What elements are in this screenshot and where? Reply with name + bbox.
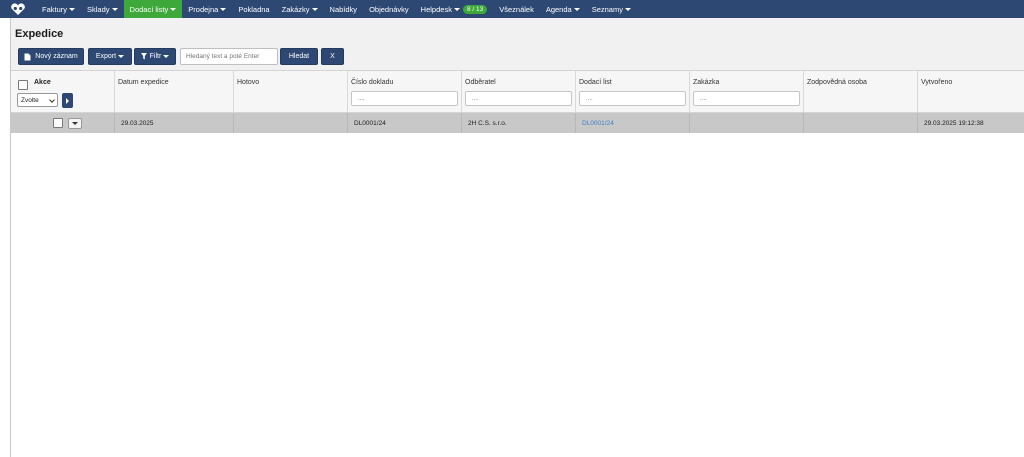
row-menu-button[interactable] xyxy=(68,117,82,129)
document-icon xyxy=(24,53,31,60)
new-record-button[interactable]: Nový záznam xyxy=(18,48,84,65)
chevron-down-icon xyxy=(624,7,631,11)
nav-item-prodejna[interactable]: Prodejna xyxy=(182,0,232,18)
chevron-down-icon xyxy=(220,7,227,11)
heart-logo-icon[interactable] xyxy=(0,0,36,18)
nav-item-dodaci-listy[interactable]: Dodací listy xyxy=(123,0,183,18)
filter-dodaci-list-input[interactable] xyxy=(579,91,686,106)
nav-item-sklady[interactable]: Sklady xyxy=(81,0,124,18)
nav-item-vseznalek[interactable]: Všeználek xyxy=(493,0,540,18)
chevron-down-icon xyxy=(49,97,55,103)
cell-cislo-dokladu: DL0001/24 xyxy=(348,113,462,133)
select-all-checkbox[interactable] xyxy=(18,80,28,90)
nav-item-seznamy[interactable]: Seznamy xyxy=(586,0,637,18)
filter-button[interactable]: Filtr xyxy=(134,48,176,65)
chevron-down-icon xyxy=(69,7,76,11)
search-button[interactable]: Hledat xyxy=(280,48,318,65)
nav-item-faktury[interactable]: Faktury xyxy=(36,0,81,18)
column-header-zodpovedna-osoba[interactable]: Zodpovědná osoba xyxy=(804,71,918,113)
row-checkbox[interactable] xyxy=(53,118,63,128)
filter-zakazka-input[interactable] xyxy=(693,91,800,106)
actions-label: Akce xyxy=(34,79,51,86)
chevron-down-icon xyxy=(170,7,177,11)
page-header: Expedice Nový záznam Export Filtr Hledat… xyxy=(11,18,1024,70)
play-icon xyxy=(66,97,69,104)
chevron-down-icon xyxy=(118,55,125,58)
helpdesk-count-badge: 8 / 13 xyxy=(462,4,488,14)
nav-item-zakazky[interactable]: Zakázky xyxy=(276,0,324,18)
table-row[interactable]: 29.03.2025 DL0001/24 2H C.S. s.r.o. DL00… xyxy=(11,113,1024,133)
nav-item-objednavky[interactable]: Objednávky xyxy=(363,0,415,18)
column-header-zakazka[interactable]: Zakázka xyxy=(690,71,804,113)
nav-item-helpdesk[interactable]: Helpdesk 8 / 13 xyxy=(415,0,494,18)
filter-odberatel-input[interactable] xyxy=(465,91,572,106)
page-title: Expedice xyxy=(15,28,64,40)
cell-datum-expedice: 29.03.2025 xyxy=(115,113,234,133)
chevron-down-icon xyxy=(72,121,78,125)
cell-zodpovedna-osoba xyxy=(804,113,918,133)
chevron-down-icon xyxy=(573,7,580,11)
cell-dodaci-list-link[interactable]: DL0001/24 xyxy=(576,113,690,133)
search-input[interactable] xyxy=(180,48,278,65)
cell-vytvoreno: 29.03.2025 19:12:38 xyxy=(924,119,984,127)
chevron-down-icon xyxy=(311,7,318,11)
column-header-odberatel[interactable]: Odběratel xyxy=(462,71,576,113)
nav-item-agenda[interactable]: Agenda xyxy=(540,0,586,18)
column-header-akce: Akce Zvolte xyxy=(11,71,115,113)
chevron-down-icon xyxy=(453,7,460,11)
nav-item-nabidky[interactable]: Nabídky xyxy=(324,0,364,18)
clear-search-button[interactable]: X xyxy=(321,48,344,65)
main-content: Expedice Nový záznam Export Filtr Hledat… xyxy=(10,18,1024,457)
cell-hotovo xyxy=(234,113,348,133)
cell-odberatel: 2H C.S. s.r.o. xyxy=(462,113,576,133)
export-button[interactable]: Export xyxy=(88,48,132,65)
funnel-icon xyxy=(140,53,147,60)
top-navigation-bar: Faktury Sklady Dodací listy Prodejna Pok… xyxy=(0,0,1024,18)
column-header-vytvoreno[interactable]: Vytvořeno xyxy=(918,71,1024,113)
column-header-hotovo[interactable]: Hotovo xyxy=(234,71,348,113)
nav-item-pokladna[interactable]: Pokladna xyxy=(232,0,275,18)
bulk-action-select[interactable]: Zvolte xyxy=(17,93,58,107)
chevron-down-icon xyxy=(163,55,170,58)
row-action-cell xyxy=(11,113,115,133)
chevron-down-icon xyxy=(111,7,118,11)
cell-zakazka xyxy=(690,113,804,133)
column-header-dodaci-list[interactable]: Dodací list xyxy=(576,71,690,113)
table-header: Akce Zvolte Datum expedice Hotovo Číslo … xyxy=(11,70,1024,113)
apply-action-button[interactable] xyxy=(62,93,73,108)
filter-cislo-dokladu-input[interactable] xyxy=(351,91,458,106)
column-header-cislo-dokladu[interactable]: Číslo dokladu xyxy=(348,71,462,113)
column-header-datum-expedice[interactable]: Datum expedice xyxy=(115,71,234,113)
